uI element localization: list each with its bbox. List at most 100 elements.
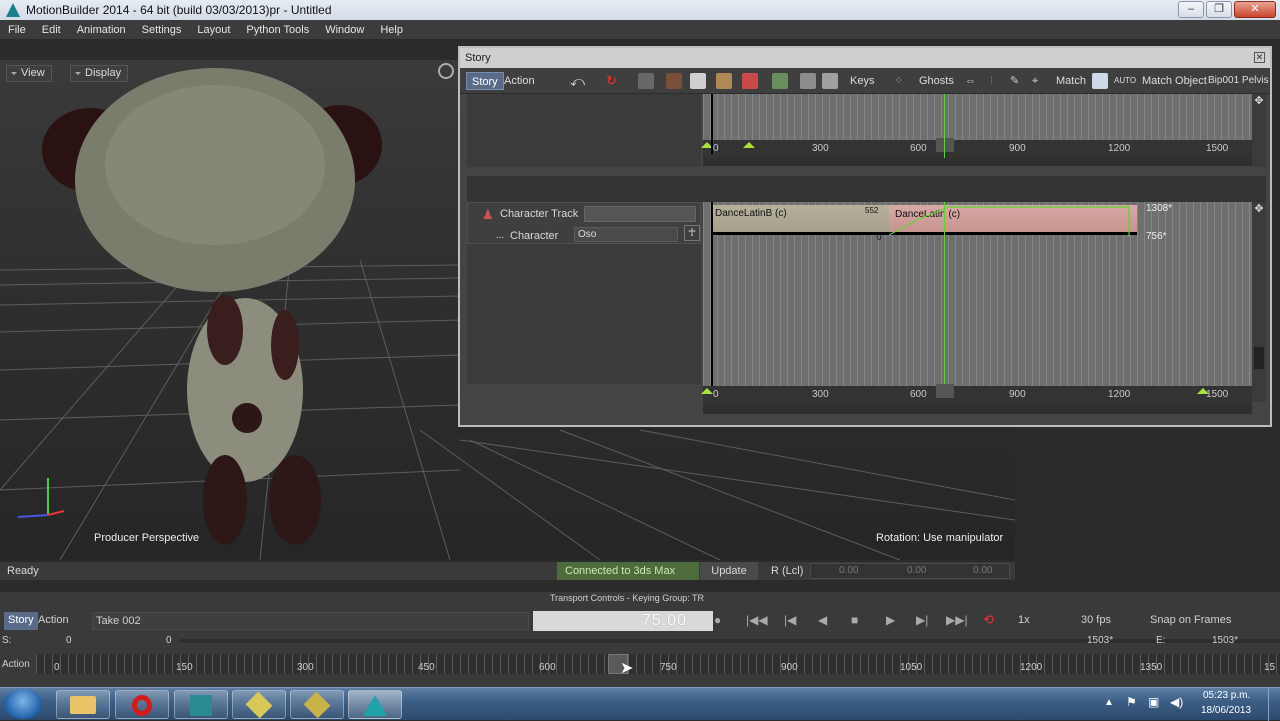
tray-flag-icon[interactable]: ⚑ [1126, 695, 1137, 709]
pen-icon[interactable] [638, 73, 654, 89]
tab-action[interactable]: Action [504, 72, 553, 90]
stop-icon[interactable]: ■ [851, 613, 858, 627]
navigation-icon[interactable] [438, 63, 454, 79]
speed-select[interactable]: 1x [1014, 612, 1074, 630]
vscroll-top[interactable]: ✥ [1252, 94, 1266, 167]
match-object-field[interactable]: Bip001 Pelvis [1208, 72, 1269, 90]
ghost-icon[interactable]: ⁘ [894, 72, 903, 90]
time-slider-thumb[interactable] [936, 138, 954, 152]
close-button[interactable]: ✕ [1234, 1, 1276, 18]
razor-icon[interactable] [666, 73, 682, 89]
playhead-bottom[interactable] [944, 202, 945, 386]
menu-file[interactable]: File [0, 24, 34, 36]
menu-python-tools[interactable]: Python Tools [238, 24, 317, 36]
taskbar-explorer[interactable] [56, 690, 110, 719]
zoom-end-field[interactable]: 1503* [1087, 635, 1113, 646]
show-desktop-button[interactable] [1268, 688, 1280, 721]
take-select[interactable]: Take 002 [92, 612, 529, 630]
rotation-z[interactable]: 0.00 [973, 565, 992, 576]
image-icon[interactable] [772, 73, 788, 89]
play-reverse-icon[interactable]: ◀ [818, 613, 827, 627]
track-controls[interactable] [584, 206, 696, 222]
ghosts-label[interactable]: Ghosts [919, 72, 954, 90]
taskbar-3dsmax[interactable] [174, 690, 228, 719]
taskbar-motionbuilder[interactable] [348, 690, 402, 719]
copy-icon[interactable] [690, 73, 706, 89]
view-menu-button[interactable]: View [6, 65, 52, 82]
start-button[interactable] [4, 689, 42, 719]
timeline-ruler-top[interactable]: 0 300 600 900 1200 1500 [701, 138, 1252, 158]
keys-label[interactable]: Keys [850, 72, 874, 90]
menu-animation[interactable]: Animation [69, 24, 134, 36]
character-track-header[interactable]: ♟ Character Track ... Character Oso ☥ [467, 202, 701, 244]
fps-select[interactable]: 30 fps [1078, 612, 1142, 630]
transport-tab-action[interactable]: Action [38, 612, 85, 630]
transport-tab-story[interactable]: Story [4, 612, 38, 630]
zoom-start-field[interactable]: 0 [166, 635, 172, 646]
frame-counter[interactable]: 75.00 [533, 611, 713, 631]
zoom-bar[interactable] [180, 639, 1280, 643]
vscroll-bottom[interactable]: ✥ [1252, 202, 1266, 402]
match-object-label[interactable]: Match Object [1142, 72, 1207, 90]
monitor-icon[interactable] [800, 73, 816, 89]
rotation-fields[interactable]: 0.00 0.00 0.00 [810, 563, 1010, 579]
playhead-top[interactable] [944, 94, 945, 158]
update-button[interactable]: Update [700, 562, 758, 580]
target-icon[interactable]: ⌖ [1032, 72, 1038, 90]
number-icon[interactable] [742, 73, 758, 89]
main-timeline[interactable]: 0 150 300 450 600 750 900 1050 1200 1350… [36, 654, 1280, 674]
keyframe-marker-icon[interactable] [743, 142, 755, 148]
eyedropper-icon[interactable]: ✎ [1010, 72, 1019, 90]
render-icon[interactable] [822, 73, 838, 89]
tray-time[interactable]: 05:23 p.m. [1203, 690, 1250, 701]
menu-window[interactable]: Window [317, 24, 372, 36]
next-key-icon[interactable]: ▶| [916, 613, 928, 627]
go-start-icon[interactable]: |◀◀ [746, 613, 768, 627]
start-marker-icon[interactable] [701, 388, 713, 394]
display-menu-button[interactable]: Display [70, 65, 129, 82]
paste-icon[interactable] [716, 73, 732, 89]
play-icon[interactable]: ▶ [886, 613, 895, 627]
taskbar-app-4[interactable] [232, 690, 286, 719]
character-person-icon[interactable]: ☥ [684, 225, 700, 241]
rotation-y[interactable]: 0.00 [907, 565, 926, 576]
match-icon[interactable] [1092, 73, 1108, 89]
snap-select[interactable]: Snap on Frames [1146, 612, 1264, 630]
loop-icon[interactable]: ⟲ [983, 612, 994, 628]
taskbar-opera[interactable] [115, 690, 169, 719]
link-icon[interactable]: ⇔ [965, 72, 976, 90]
end-marker-icon[interactable] [1197, 388, 1209, 394]
go-end-icon[interactable]: ▶▶| [946, 613, 968, 627]
ripple-icon[interactable]: ⤺ [570, 73, 586, 89]
auto-icon[interactable]: AUTO [1114, 72, 1136, 90]
record-icon[interactable]: ↻ [606, 73, 622, 89]
menu-help[interactable]: Help [372, 24, 411, 36]
expand-ellipsis[interactable]: ... [496, 230, 504, 241]
tray-volume-icon[interactable]: ◀) [1170, 695, 1183, 709]
taskbar-app-5[interactable] [290, 690, 344, 719]
menu-edit[interactable]: Edit [34, 24, 69, 36]
match-label[interactable]: Match [1056, 72, 1086, 90]
menu-layout[interactable]: Layout [189, 24, 238, 36]
character-select[interactable]: Oso [574, 227, 678, 242]
tray-date[interactable]: 18/06/2013 [1201, 705, 1251, 716]
timeline-ruler-bottom[interactable]: 0 300 600 900 1200 1500 [701, 384, 1252, 404]
key-dot-icon[interactable]: ● [714, 613, 721, 627]
start-field[interactable]: 0 [66, 635, 72, 646]
scrollbar-bottom[interactable] [703, 404, 1252, 414]
maximize-button[interactable]: ❐ [1206, 1, 1232, 18]
prev-key-icon[interactable]: |◀ [784, 613, 796, 627]
rotation-x[interactable]: 0.00 [839, 565, 858, 576]
grid-icon[interactable]: ⁞ [990, 72, 993, 90]
vscroll-thumb[interactable] [1254, 347, 1264, 369]
menu-settings[interactable]: Settings [134, 24, 190, 36]
minimize-button[interactable]: – [1178, 1, 1204, 18]
tab-story[interactable]: Story [466, 72, 504, 90]
time-slider-thumb[interactable] [936, 384, 954, 398]
tray-arrow-icon[interactable]: ▲ [1104, 697, 1114, 708]
timeline-grid-top[interactable] [703, 94, 1252, 140]
clip-dancelatinb[interactable]: DanceLatinB (c) 552 [711, 205, 889, 235]
scrollbar-top[interactable] [703, 158, 1252, 166]
tray-network-icon[interactable]: ▣ [1148, 695, 1159, 709]
end-field[interactable]: 1503* [1212, 635, 1238, 646]
